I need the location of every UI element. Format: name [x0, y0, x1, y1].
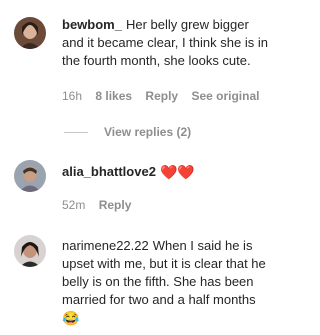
- avatar[interactable]: [14, 17, 46, 49]
- comment-text: narimene22.22 When I said he is upset wit…: [62, 237, 282, 327]
- username[interactable]: bewbom_: [62, 17, 122, 32]
- heart-emoji: ❤️❤️: [159, 164, 195, 180]
- reply-button[interactable]: Reply: [99, 198, 132, 212]
- timestamp: 52m: [62, 198, 86, 212]
- comment-narimene: narimene22.22 When I said he is upset wit…: [0, 225, 282, 335]
- username[interactable]: alia_bhattlove2: [62, 164, 156, 179]
- comment-bewbom: bewbom_ Her belly grew bigger and it beca…: [0, 0, 282, 150]
- replies-divider: [64, 132, 88, 134]
- see-original-button[interactable]: See original: [191, 89, 259, 103]
- comment-meta: 52m Reply: [62, 198, 141, 212]
- view-replies-button[interactable]: View replies (2): [64, 125, 191, 139]
- avatar[interactable]: [14, 160, 46, 192]
- comment-meta: 16h 8 likes Reply See original: [62, 89, 269, 103]
- comment-alia: alia_bhattlove2 ❤️❤️ 52m Reply: [0, 150, 282, 220]
- username[interactable]: narimene22.22: [62, 238, 149, 253]
- comment-text: bewbom_ Her belly grew bigger and it beca…: [62, 17, 268, 68]
- likes-count[interactable]: 8 likes: [95, 89, 132, 103]
- laughing-emoji: 😂: [62, 310, 80, 326]
- reply-button[interactable]: Reply: [145, 89, 178, 103]
- comment-text: alia_bhattlove2 ❤️❤️: [62, 163, 282, 181]
- timestamp: 16h: [62, 89, 83, 103]
- avatar[interactable]: [14, 235, 46, 267]
